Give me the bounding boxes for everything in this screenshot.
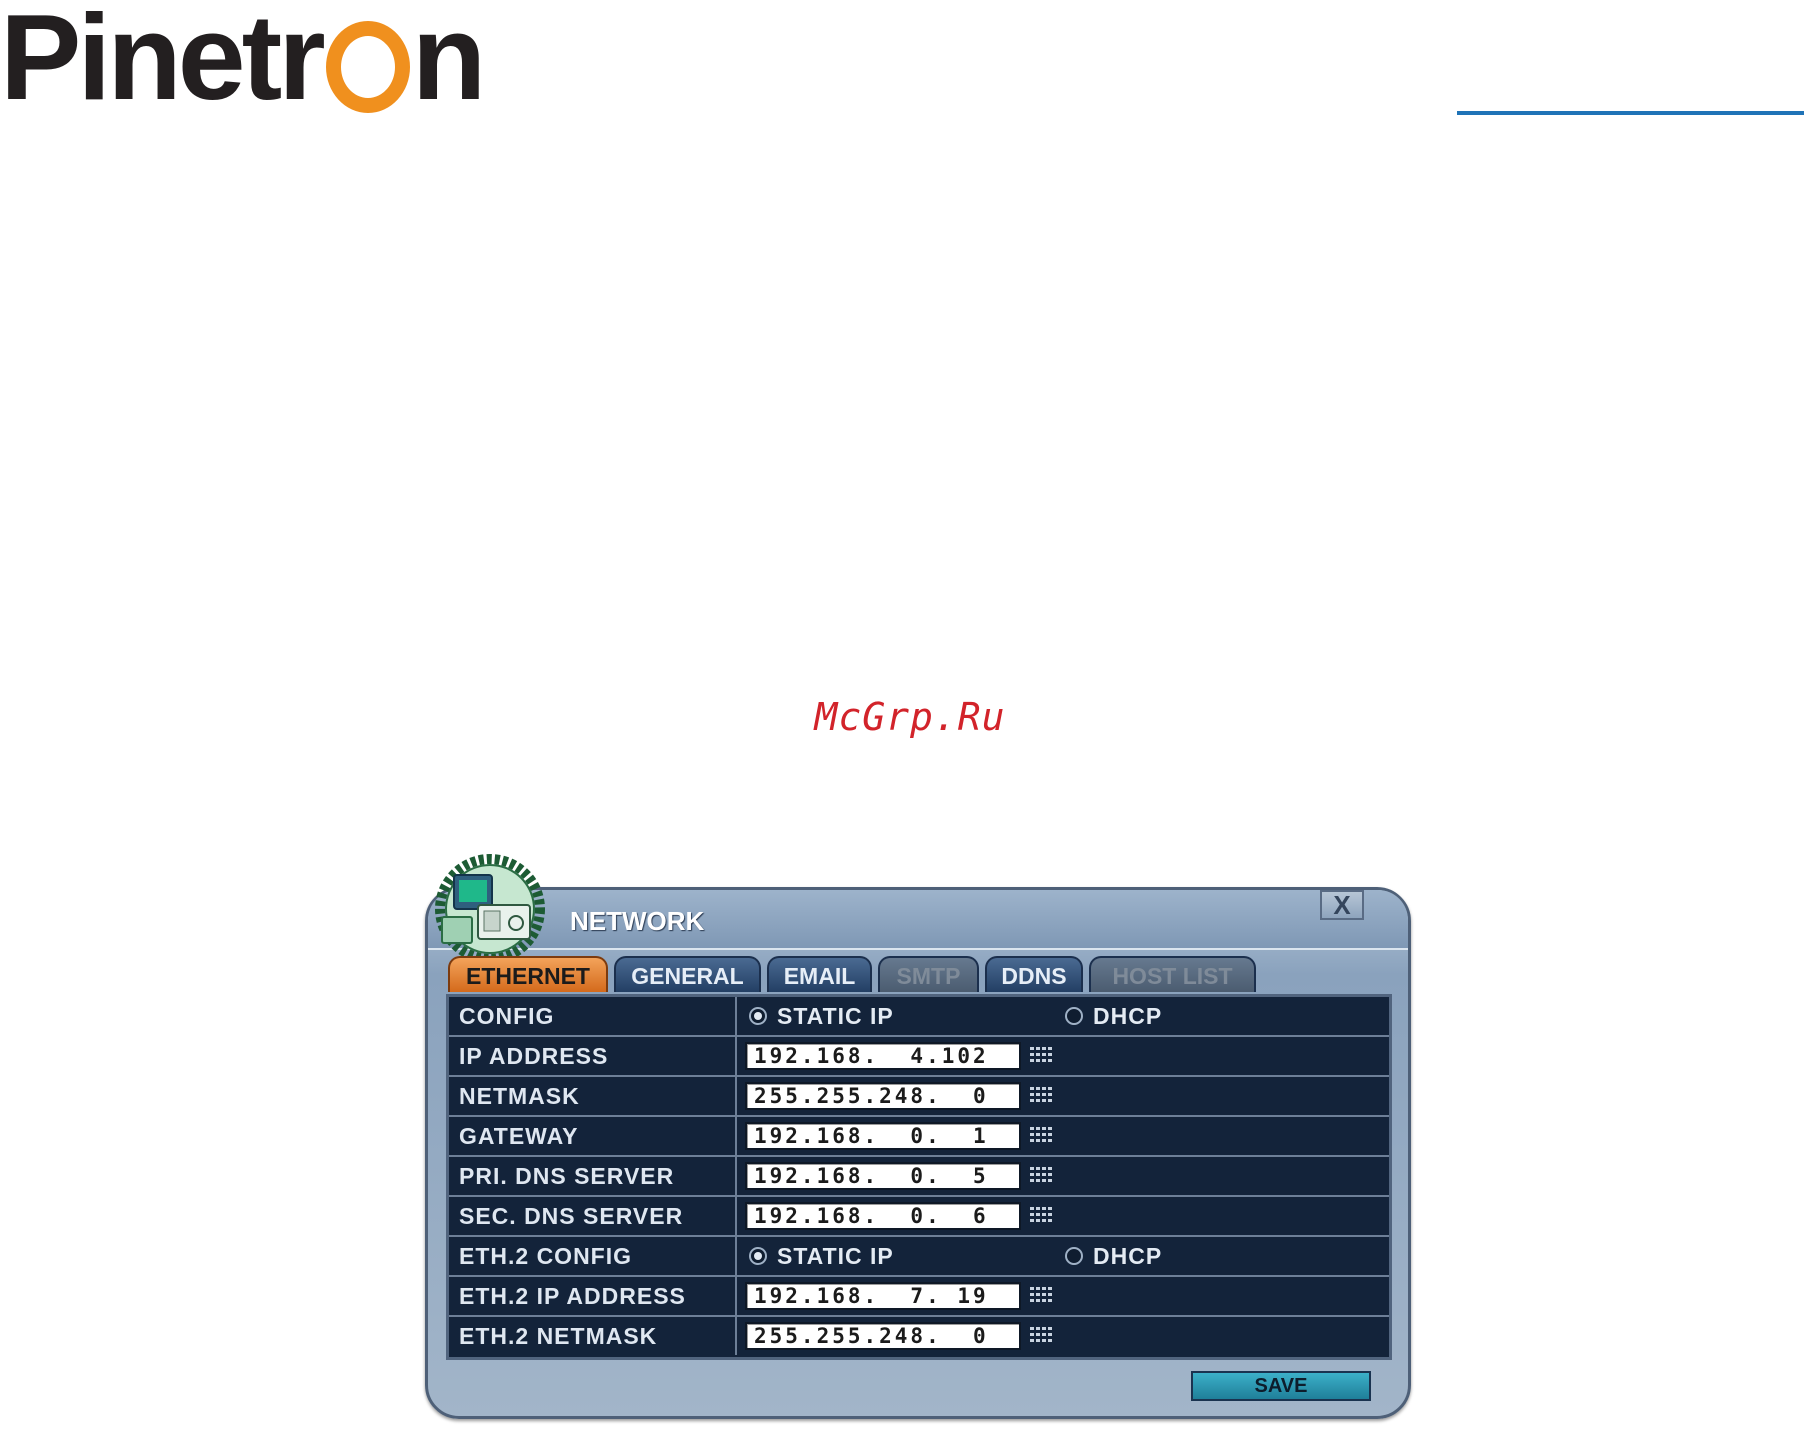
eth2-netmask-label: ETH.2 NETMASK [451, 1317, 737, 1355]
row-pri-dns: PRI. DNS SERVER 192.168. 0. 5 [449, 1157, 1389, 1197]
eth2-ip-address-label: ETH.2 IP ADDRESS [451, 1277, 737, 1315]
radio-label: STATIC IP [777, 1242, 894, 1269]
config-static-ip-radio[interactable]: STATIC IP [749, 997, 894, 1035]
tab-smtp[interactable]: SMTP [878, 956, 979, 992]
row-sec-dns: SEC. DNS SERVER 192.168. 0. 6 [449, 1197, 1389, 1237]
eth2-static-ip-radio[interactable]: STATIC IP [749, 1237, 894, 1275]
row-config: CONFIG STATIC IP DHCP [449, 997, 1389, 1037]
logo-ring-o [325, 21, 410, 113]
network-icon [435, 854, 545, 964]
network-dialog: NETWORK X ETHERNET GENERAL EMAIL SMTP DD… [425, 854, 1411, 1419]
config-dhcp-radio[interactable]: DHCP [1065, 997, 1162, 1035]
keypad-icon[interactable] [1029, 1045, 1057, 1067]
tab-email[interactable]: EMAIL [767, 956, 872, 992]
radio-unselected-icon [1065, 1247, 1083, 1265]
config-label: CONFIG [451, 997, 737, 1035]
tab-ethernet[interactable]: ETHERNET [448, 956, 608, 992]
radio-selected-icon [749, 1247, 767, 1265]
row-ip-address: IP ADDRESS 192.168. 4.102 [449, 1037, 1389, 1077]
radio-label: DHCP [1093, 1002, 1163, 1029]
eth2-netmask-field[interactable]: 255.255.248. 0 [745, 1322, 1021, 1350]
pri-dns-label: PRI. DNS SERVER [451, 1157, 737, 1195]
radio-label: DHCP [1093, 1242, 1163, 1269]
header-rule [1457, 111, 1804, 115]
radio-selected-icon [749, 1007, 767, 1025]
ip-address-label: IP ADDRESS [451, 1037, 737, 1075]
row-gateway: GATEWAY 192.168. 0. 1 [449, 1117, 1389, 1157]
dialog-title-bar: NETWORK X [428, 890, 1408, 950]
keypad-icon[interactable] [1029, 1285, 1057, 1307]
close-button[interactable]: X [1320, 890, 1364, 920]
row-eth2-ip-address: ETH.2 IP ADDRESS 192.168. 7. 19 [449, 1277, 1389, 1317]
netmask-label: NETMASK [451, 1077, 737, 1115]
gateway-label: GATEWAY [451, 1117, 737, 1155]
keypad-icon[interactable] [1029, 1125, 1057, 1147]
pri-dns-field[interactable]: 192.168. 0. 5 [745, 1162, 1021, 1190]
tab-ddns[interactable]: DDNS [985, 956, 1083, 992]
logo-text-left: Pinetr [0, 0, 326, 125]
keypad-icon[interactable] [1029, 1325, 1057, 1347]
ethernet-settings-table: CONFIG STATIC IP DHCP IP ADDRESS 192.168… [446, 994, 1392, 1360]
gateway-field[interactable]: 192.168. 0. 1 [745, 1122, 1021, 1150]
keypad-icon[interactable] [1029, 1205, 1057, 1227]
save-button[interactable]: SAVE [1191, 1371, 1371, 1401]
radio-unselected-icon [1065, 1007, 1083, 1025]
row-netmask: NETMASK 255.255.248. 0 [449, 1077, 1389, 1117]
sec-dns-field[interactable]: 192.168. 0. 6 [745, 1202, 1021, 1230]
row-eth2-config: ETH.2 CONFIG STATIC IP DHCP [449, 1237, 1389, 1277]
ip-address-field[interactable]: 192.168. 4.102 [745, 1042, 1021, 1070]
tab-host-list[interactable]: HOST LIST [1089, 956, 1256, 992]
keypad-icon[interactable] [1029, 1085, 1057, 1107]
eth2-dhcp-radio[interactable]: DHCP [1065, 1237, 1162, 1275]
sec-dns-label: SEC. DNS SERVER [451, 1197, 737, 1235]
keypad-icon[interactable] [1029, 1165, 1057, 1187]
tab-general[interactable]: GENERAL [614, 956, 761, 992]
eth2-config-label: ETH.2 CONFIG [451, 1237, 737, 1275]
pinetron-logo: Pinetr n [0, 0, 487, 125]
row-eth2-netmask: ETH.2 NETMASK 255.255.248. 0 [449, 1317, 1389, 1357]
watermark: McGrp.Ru [814, 695, 1006, 739]
radio-label: STATIC IP [777, 1002, 894, 1029]
logo-text-right: n [411, 0, 487, 125]
eth2-ip-address-field[interactable]: 192.168. 7. 19 [745, 1282, 1021, 1310]
netmask-field[interactable]: 255.255.248. 0 [745, 1082, 1021, 1110]
dialog-title: NETWORK [570, 906, 705, 936]
